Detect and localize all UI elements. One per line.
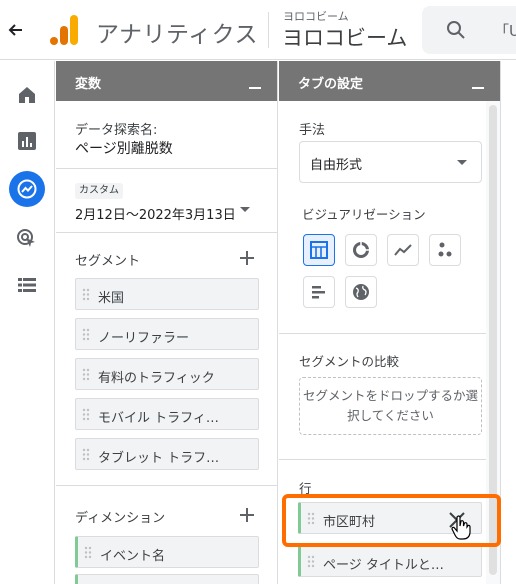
drag-handle-icon[interactable] <box>82 328 90 341</box>
app-name: アナリティクス <box>96 22 258 48</box>
variables-panel-title: 変数 <box>75 77 102 92</box>
bar-chart-icon <box>312 286 325 299</box>
tab-settings-panel-title: タブの設定 <box>298 77 364 92</box>
technique-value: 自由形式 <box>310 158 363 173</box>
divider <box>56 485 278 486</box>
donut-chart-icon <box>353 242 369 258</box>
header-divider <box>268 12 269 48</box>
row-chip-label: ページ タイトルと… <box>323 558 444 573</box>
advertising-icon[interactable] <box>15 227 39 251</box>
viz-bar-button[interactable] <box>303 276 335 308</box>
property-name[interactable]: ヨロコビーム <box>282 22 407 52</box>
search-icon <box>447 21 465 39</box>
segment-compare-label: セグメントの比較 <box>299 354 400 369</box>
segment-chip[interactable]: 有料のトラフィック <box>75 358 259 390</box>
technique-label: 手法 <box>299 123 326 138</box>
drag-handle-icon[interactable] <box>84 546 92 559</box>
chevron-down-icon[interactable] <box>240 207 250 212</box>
reports-icon[interactable] <box>15 129 39 153</box>
table-icon <box>310 241 328 259</box>
exploration-name-label: データ探索名: <box>75 123 158 138</box>
dimensions-label: ディメンション <box>75 511 166 526</box>
viz-line-button[interactable] <box>387 234 419 266</box>
analytics-logo-icon <box>50 15 78 45</box>
minimize-icon[interactable] <box>472 87 484 89</box>
geo-map-icon <box>353 284 369 300</box>
segment-chip-label: 有料のトラフィック <box>98 371 215 386</box>
segment-chip-label: モバイル トラフィ… <box>98 411 219 426</box>
segment-chip-label: ノーリファラー <box>98 331 190 346</box>
divider <box>279 459 486 460</box>
dimension-chip-label: イベント名 <box>100 549 166 564</box>
viz-donut-button[interactable] <box>345 234 377 266</box>
hand-pointer-icon <box>451 515 471 540</box>
dimension-chip[interactable]: イベント名 <box>75 536 259 568</box>
explore-nav-active[interactable] <box>9 171 45 207</box>
divider <box>56 232 278 233</box>
segment-chip[interactable]: ノーリファラー <box>75 318 259 350</box>
line-chart-icon <box>394 244 412 256</box>
segment-drop-zone[interactable]: セグメントをドロップするか選択してください <box>299 377 482 435</box>
add-dimension-plus-icon[interactable] <box>239 507 255 523</box>
viz-geo-button[interactable] <box>345 276 377 308</box>
add-segment-plus-icon[interactable] <box>239 250 255 266</box>
segment-chip[interactable]: モバイル トラフィ… <box>75 398 259 430</box>
tab-settings-panel-header: タブの設定 <box>279 61 500 101</box>
top-bar: アナリティクス ヨロコビーム ヨロコビーム 「U <box>0 0 516 60</box>
drag-handle-icon[interactable] <box>82 448 90 461</box>
drag-handle-icon[interactable] <box>307 555 315 568</box>
drag-handle-icon[interactable] <box>82 408 90 421</box>
left-navigation <box>0 61 55 584</box>
segment-chip-label: 米国 <box>98 291 125 306</box>
row-chip[interactable]: ページ タイトルと… <box>298 545 482 577</box>
variables-panel-header: 変数 <box>56 61 277 101</box>
variables-panel: 変数 データ探索名: ページ別離脱数 カスタム 2月12日～2022年3月13日… <box>56 61 278 584</box>
chevron-down-icon <box>457 160 467 165</box>
minimize-icon[interactable] <box>249 87 261 89</box>
segment-chip[interactable]: タブレット トラフ… <box>75 438 259 470</box>
divider <box>56 168 278 169</box>
technique-dropdown[interactable]: 自由形式 <box>299 141 482 183</box>
divider <box>279 333 486 334</box>
segment-chip-label: タブレット トラフ… <box>98 451 220 466</box>
search-placeholder: 「U <box>494 22 516 40</box>
viz-table-button[interactable] <box>303 234 335 266</box>
date-badge: カスタム <box>75 183 123 199</box>
arrow-left-icon[interactable] <box>6 18 26 42</box>
segment-chip[interactable]: 米国 <box>75 278 259 310</box>
viz-scatter-button[interactable] <box>429 234 461 266</box>
date-range[interactable]: 2月12日～2022年3月13日 <box>75 204 236 223</box>
dimension-chip[interactable] <box>75 574 259 584</box>
drag-handle-icon[interactable] <box>82 368 90 381</box>
segments-label: セグメント <box>75 254 141 269</box>
explore-icon <box>17 179 37 199</box>
search-bar[interactable]: 「U <box>422 6 516 54</box>
home-icon[interactable] <box>15 83 39 107</box>
drag-handle-icon[interactable] <box>82 288 90 301</box>
visualization-label: ビジュアリゼーション <box>302 207 426 222</box>
configure-icon[interactable] <box>15 273 39 297</box>
exploration-name[interactable]: ページ別離脱数 <box>75 138 173 158</box>
scatter-plot-icon <box>438 242 452 257</box>
canvas-edge <box>500 61 516 584</box>
